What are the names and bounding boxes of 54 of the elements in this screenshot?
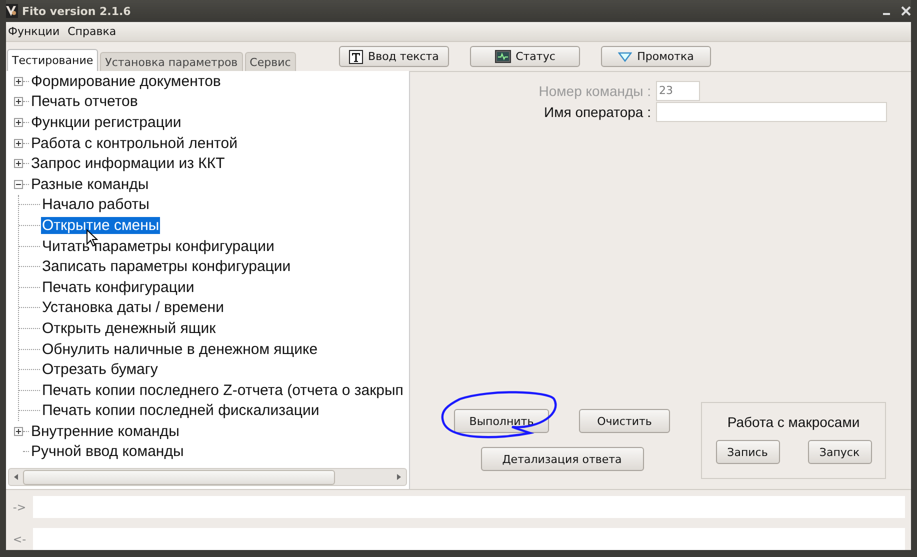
toolbar-button[interactable]: Статус — [470, 46, 580, 67]
details-button[interactable]: Детализация ответа — [480, 447, 644, 471]
field-label: Номер команды : — [538, 82, 652, 98]
input-field[interactable] — [656, 102, 887, 122]
expand-icon[interactable] — [14, 138, 23, 148]
tree-item[interactable]: Печать конфигурации — [41, 278, 196, 296]
monitor-icon — [494, 50, 511, 63]
tree-item[interactable]: Записать параметры конфигурации — [41, 258, 292, 276]
tree-item[interactable]: Формирование документов — [30, 72, 222, 90]
tab[interactable]: Тестирование — [7, 49, 98, 71]
expand-icon[interactable] — [14, 97, 23, 106]
expand-icon[interactable] — [14, 159, 23, 168]
tree-item[interactable]: Отрезать бумагу — [41, 361, 159, 378]
tree-item[interactable]: Работа с контрольной лентой — [30, 134, 238, 152]
tree-item[interactable]: Печать копии последнего Z-отчета (отчета о закрып — [41, 382, 404, 399]
clear-button[interactable]: Очистить — [579, 409, 670, 433]
tree-item[interactable]: Печать копии последней фискализации — [41, 402, 320, 420]
field-label: Имя оператора : — [543, 104, 652, 120]
expand-icon[interactable] — [14, 118, 23, 127]
console-field[interactable] — [33, 496, 905, 518]
tab[interactable]: Сервис — [244, 52, 296, 71]
tree-item[interactable]: Ручной ввод команды — [30, 443, 185, 460]
tree-item[interactable]: Установка даты / времени — [41, 299, 225, 316]
menu-item[interactable]: Функции — [8, 25, 60, 38]
collapse-icon[interactable] — [14, 180, 23, 189]
tree-item[interactable]: Функции регистрации — [30, 114, 182, 131]
toolbar-button[interactable]: Ввод текста — [339, 46, 449, 67]
triangle-icon — [618, 52, 632, 62]
menu-item[interactable]: Справка — [68, 25, 116, 38]
group-title: Работа с макросами — [727, 414, 860, 430]
tree-item[interactable]: Запрос информации из ККТ — [30, 155, 226, 172]
text-icon — [349, 50, 364, 64]
toolbar-button[interactable]: Промотка — [601, 46, 711, 67]
tree-item[interactable]: Разные команды — [30, 176, 150, 193]
tree-item[interactable]: Открытие смены — [41, 216, 160, 234]
close-icon[interactable] — [901, 6, 911, 16]
horizontal-scrollbar[interactable] — [8, 468, 407, 486]
tree-item[interactable]: Обнулить наличные в денежном ящике — [41, 340, 319, 358]
execute-button[interactable]: Выполнить — [454, 409, 549, 433]
expand-icon[interactable] — [14, 426, 23, 436]
console-field[interactable] — [33, 528, 905, 550]
macro-button[interactable]: Запуск — [808, 440, 872, 464]
prompt-label: <- — [12, 532, 28, 546]
prompt-label: -> — [12, 500, 28, 514]
tree-item[interactable]: Читать параметры конфигурации — [41, 238, 276, 255]
tab[interactable]: Установка параметров — [100, 52, 243, 71]
window-title: Fito version 2.1.6 — [22, 4, 131, 18]
tree-item[interactable]: Внутренние команды — [30, 422, 180, 440]
app-icon — [6, 4, 18, 18]
tree-item[interactable]: Начало работы — [41, 196, 150, 214]
tree-item[interactable]: Печать отчетов — [30, 93, 139, 110]
tree-item[interactable]: Открыть денежный ящик — [41, 320, 217, 337]
expand-icon[interactable] — [14, 76, 23, 86]
macro-button[interactable]: Запись — [716, 440, 780, 464]
